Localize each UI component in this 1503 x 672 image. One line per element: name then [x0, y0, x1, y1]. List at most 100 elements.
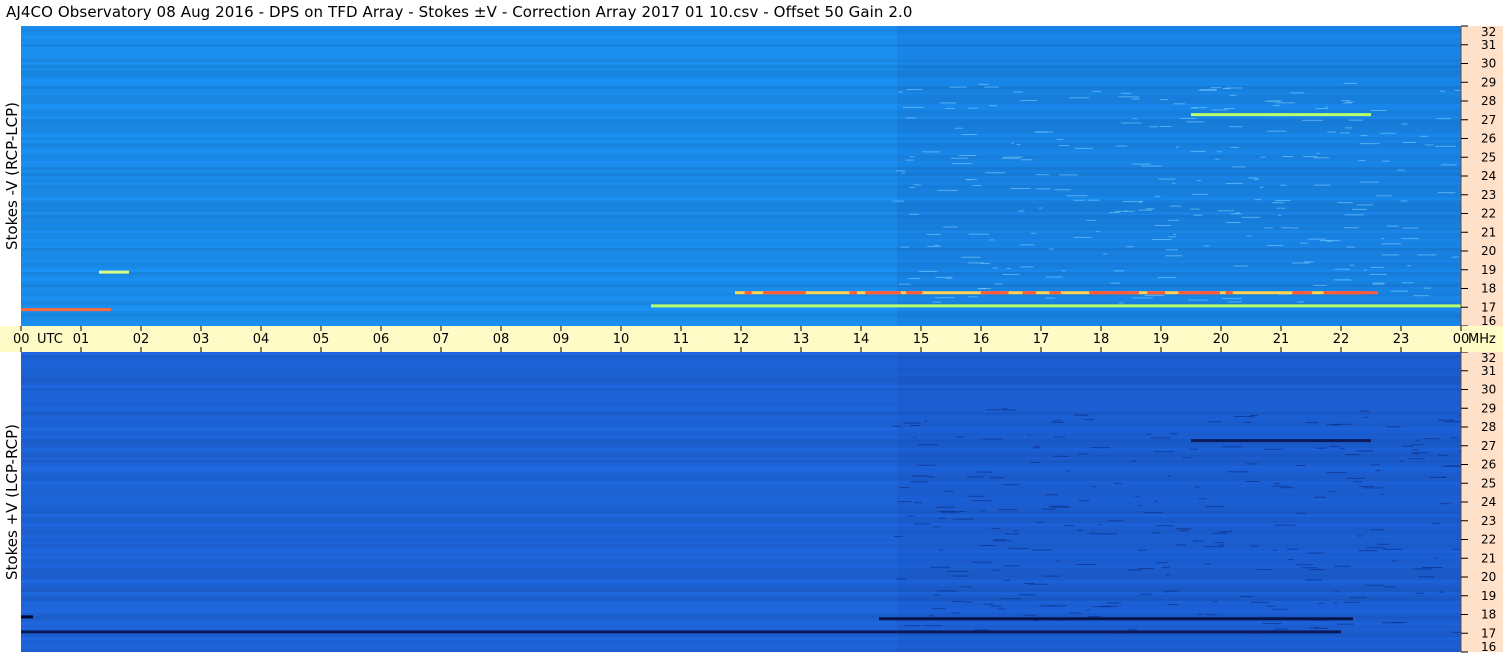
heatmap-speckle [1059, 144, 1069, 146]
heatmap-speckle [1337, 202, 1353, 204]
heatmap-speckle [994, 283, 1003, 285]
heatmap-speckle [1364, 416, 1369, 418]
heatmap-speckle [1330, 445, 1341, 447]
freq-tick-label: 16 [1481, 314, 1496, 328]
freq-tick-label: 21 [1481, 551, 1496, 565]
heatmap-speckle [1023, 614, 1036, 616]
heatmap-speckle [1054, 189, 1071, 191]
heatmap-speckle [1442, 465, 1463, 467]
heatmap-speckle [1181, 457, 1192, 459]
heatmap-speckle [1263, 448, 1284, 450]
freq-tick-label: 27 [1481, 439, 1496, 453]
heatmap-speckle [1451, 256, 1460, 258]
heatmap-speckle [1402, 445, 1413, 447]
time-tick-label: 10 [613, 332, 630, 347]
heatmap-speckle [1175, 146, 1179, 148]
heatmap-speckle [1169, 205, 1182, 207]
heatmap-speckle [1217, 210, 1235, 212]
heatmap-speckle [986, 409, 1001, 411]
heatmap-speckle [892, 425, 902, 427]
heatmap-speckle [1115, 145, 1128, 147]
heatmap-speckle [905, 117, 917, 119]
heatmap-speckle [1032, 620, 1039, 622]
heatmap-speckle [1381, 254, 1400, 256]
emission-hotspot [1147, 291, 1166, 295]
heatmap-speckle [1390, 290, 1408, 292]
heatmap-speckle [1152, 238, 1172, 240]
heatmap-speckle [985, 172, 1006, 174]
heatmap-speckle [1109, 212, 1120, 214]
heatmap-speckle [1382, 160, 1390, 162]
heatmap-speckle [1077, 529, 1083, 531]
heatmap-speckle [1217, 151, 1222, 153]
heatmap-speckle [1193, 540, 1204, 542]
heatmap-speckle [1434, 557, 1438, 559]
heatmap-speckle [904, 625, 921, 627]
heatmap-speckle [1232, 166, 1246, 168]
heatmap-speckle [1275, 102, 1296, 104]
heatmap-speckle [1019, 594, 1036, 596]
heatmap-speckle [1092, 90, 1101, 92]
heatmap-speckle [939, 102, 957, 104]
heatmap-speckle [1084, 419, 1094, 421]
heatmap-speckle [990, 477, 1005, 479]
heatmap-speckle [1366, 547, 1386, 549]
heatmap-speckle [1359, 143, 1380, 145]
heatmap-speckle [1254, 199, 1262, 201]
freq-tick-label: 18 [1481, 282, 1496, 296]
heatmap-speckle [1324, 106, 1329, 108]
heatmap-speckle [1228, 126, 1243, 128]
freq-tick-label: 17 [1481, 626, 1496, 640]
heatmap-speckle [1179, 530, 1189, 532]
heatmap-speckle [1318, 602, 1324, 604]
heatmap-speckle [972, 185, 982, 187]
heatmap-speckle [1049, 248, 1054, 250]
heatmap-speckle [1113, 482, 1122, 484]
heatmap-speckle [1402, 227, 1419, 229]
heatmap-speckle [1377, 543, 1389, 545]
heatmap-speckle [937, 189, 958, 191]
heatmap-speckle [1121, 122, 1142, 124]
heatmap-speckle [990, 605, 1002, 607]
heatmap-speckle [993, 539, 1006, 541]
heatmap-speckle [1030, 461, 1041, 463]
heatmap-speckle [1424, 144, 1434, 146]
heatmap-speckle [1334, 268, 1351, 270]
time-tick-label: 03 [193, 332, 210, 347]
heatmap-speckle [934, 244, 939, 246]
heatmap-speckle [908, 278, 921, 280]
heatmap-speckle [1275, 199, 1291, 201]
heatmap-speckle [1064, 524, 1075, 526]
heatmap-speckle [1219, 544, 1225, 546]
heatmap-speckle [1262, 623, 1282, 625]
heatmap-speckle [1205, 506, 1225, 508]
heatmap-speckle [1145, 433, 1152, 435]
heatmap-speckle [914, 523, 931, 525]
heatmap-speckle [1380, 132, 1396, 134]
heatmap-speckle [1189, 448, 1199, 450]
heatmap-speckle [1010, 187, 1031, 189]
time-tick-label: 02 [133, 332, 150, 347]
heatmap-speckle [1290, 92, 1305, 94]
time-tick-label: 15 [913, 332, 930, 347]
heatmap-speckle [927, 245, 941, 247]
heatmap-speckle [1014, 530, 1018, 532]
heatmap-speckle [1364, 584, 1385, 586]
heatmap-speckle [1118, 302, 1124, 304]
heatmap-speckle [1052, 420, 1063, 422]
heatmap-speckle [1030, 232, 1037, 234]
heatmap-speckle [1149, 126, 1158, 128]
heatmap-speckle [1273, 628, 1288, 630]
heatmap-speckle [1381, 622, 1402, 624]
heatmap-speckle [1003, 484, 1020, 486]
heatmap-speckle [1331, 423, 1352, 425]
heatmap-speckle [1198, 498, 1207, 500]
heatmap-speckle [1253, 178, 1260, 180]
time-tick-label: 07 [433, 332, 450, 347]
heatmap-speckle [1044, 297, 1056, 299]
heatmap-speckle [1316, 152, 1320, 154]
freq-tick-label: 25 [1481, 150, 1496, 164]
heatmap-speckle [1167, 590, 1179, 592]
heatmap-speckle [1326, 472, 1347, 474]
time-tick-label: 11 [673, 332, 690, 347]
